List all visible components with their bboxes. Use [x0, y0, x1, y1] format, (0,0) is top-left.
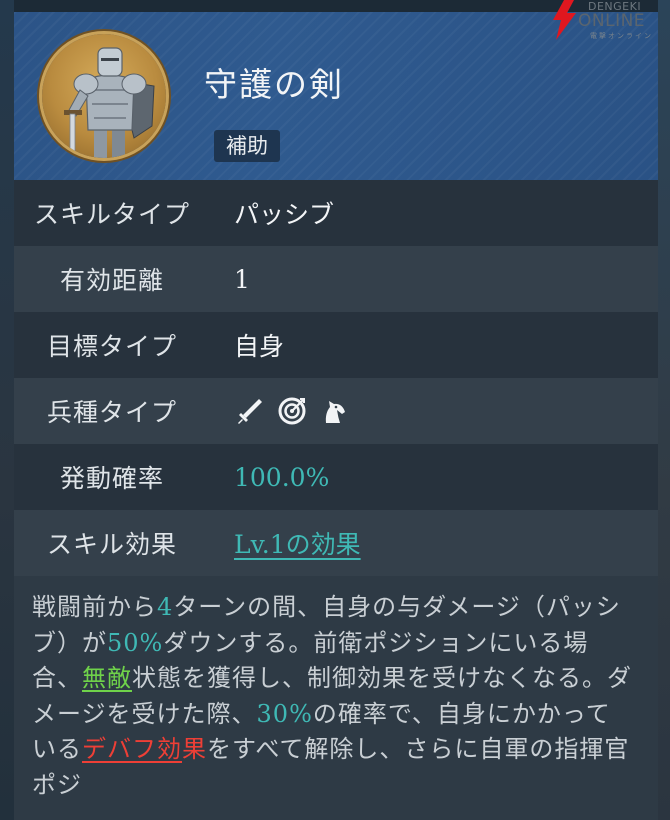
keyword-debuff-link-cont[interactable]: 果 [182, 735, 207, 763]
desc-number: 4 [157, 593, 174, 621]
attribute-label: スキル効果 [46, 530, 177, 559]
sword-icon [238, 399, 262, 424]
attribute-label: 発動確率 [59, 464, 164, 493]
attribute-label: スキルタイプ [33, 200, 190, 229]
attribute-row-activation-rate: 発動確率 100.0% [14, 444, 658, 511]
attribute-value: 1 [234, 264, 250, 294]
attribute-row-skill-effect: スキル効果 Lv.1の効果 [14, 510, 658, 576]
attribute-label: 有効距離 [59, 266, 164, 295]
desc-text: 戦闘前から [32, 593, 157, 621]
attribute-value: 100.0% [234, 462, 330, 492]
keyword-invincible-link[interactable]: 無敵 [82, 664, 132, 692]
attribute-label: 兵種タイプ [46, 398, 177, 427]
skill-effect-link-wrap: Lv.1の効果 [234, 510, 361, 576]
background-edge-left [0, 0, 14, 820]
attribute-value: パッシブ [234, 200, 335, 229]
watermark-line3: 電撃オンライン [590, 32, 653, 40]
skill-title: 守護の剣 [204, 65, 344, 104]
cavalry-horse-icon [325, 401, 345, 423]
attribute-row-target-type: 目標タイプ 自身 [14, 312, 658, 379]
desc-number: 30% [256, 699, 313, 728]
unit-type-icons [234, 378, 350, 444]
attribute-row-unit-type: 兵種タイプ [14, 378, 658, 445]
keyword-debuff-link[interactable]: デバフ効 [82, 735, 182, 763]
attribute-row-range: 有効距離 1 [14, 246, 658, 313]
archery-target-icon [278, 397, 306, 425]
desc-number: 50% [107, 628, 164, 657]
attribute-label: 目標タイプ [46, 332, 177, 361]
attribute-row-skill-type: スキルタイプ パッシブ [14, 180, 658, 247]
watermark-line2: ONLINE [578, 11, 646, 31]
watermark-logo: DENGEKI ONLINE 電撃オンライン [550, 0, 668, 40]
skill-category-badge: 補助 [214, 130, 280, 162]
skill-description: 戦闘前から4ターンの間、自身の与ダメージ（パッシブ）が50%ダウンする。前衛ポジ… [32, 590, 632, 803]
lightning-bolt-icon [553, 0, 576, 40]
armored-knight-portrait-icon [42, 34, 166, 158]
background-edge-right [658, 0, 670, 820]
attribute-value: 自身 [234, 332, 285, 361]
skill-effect-level-link[interactable]: Lv.1の効果 [234, 525, 361, 561]
